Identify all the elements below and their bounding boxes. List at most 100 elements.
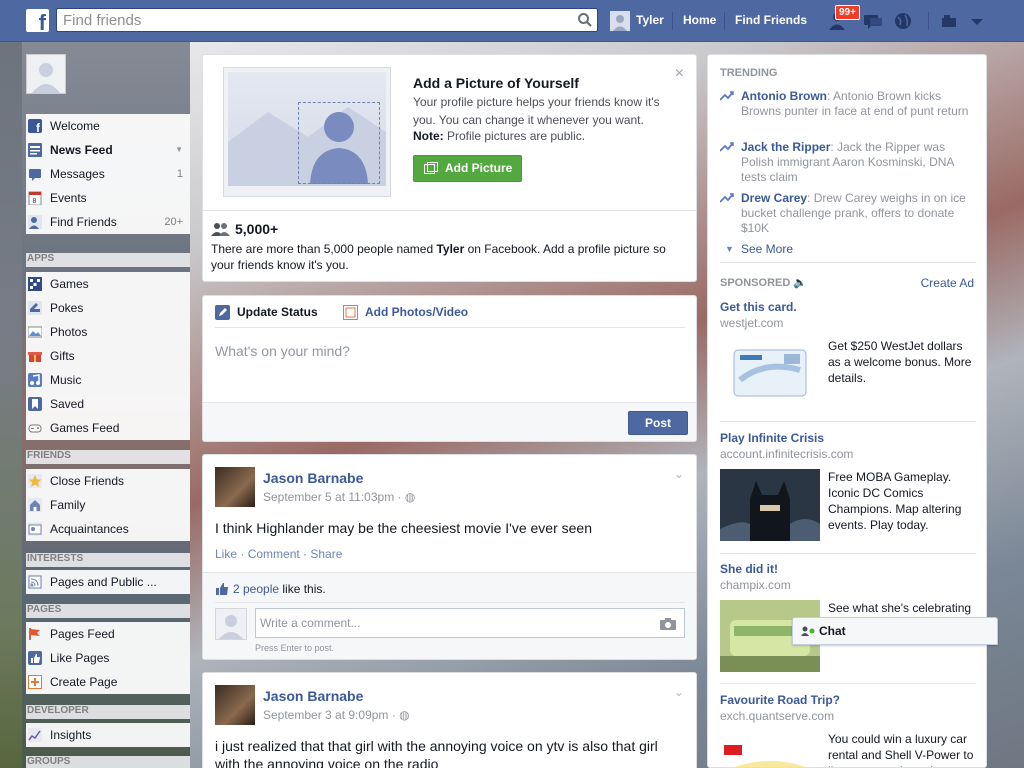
trending-name: Jack the Ripper bbox=[741, 140, 831, 154]
search-icon[interactable] bbox=[577, 12, 593, 28]
svg-text:8: 8 bbox=[33, 198, 37, 205]
thumbs-up-icon bbox=[216, 583, 228, 595]
sidebar-item-label: Games bbox=[50, 277, 89, 291]
feed-story: Jason Barnabe September 3 at 9:09pm · ◍ … bbox=[202, 672, 697, 768]
post-author[interactable]: Jason Barnabe bbox=[263, 688, 363, 704]
notification-badge: 99+ bbox=[835, 5, 860, 20]
add-picture-button[interactable]: Add Picture bbox=[413, 155, 522, 182]
sidebar-item-label: Events bbox=[50, 191, 87, 205]
trending-item[interactable]: Jack the Ripper: Jack the Ripper was Pol… bbox=[720, 140, 970, 185]
sidebar-item-saved[interactable]: Saved bbox=[26, 392, 190, 416]
ad-title[interactable]: She did it! bbox=[720, 562, 778, 576]
find-friends-link[interactable]: Find Friends bbox=[735, 13, 807, 27]
ad-text: Free MOBA Gameplay. Iconic DC Comics Cha… bbox=[828, 470, 962, 532]
sidebar-item-pages-and-public[interactable]: Pages and Public ... bbox=[26, 570, 190, 594]
sidebar-item-label: Pokes bbox=[50, 301, 84, 315]
search-input[interactable] bbox=[57, 9, 557, 31]
calendar-icon: 8 bbox=[28, 191, 42, 205]
sidebar-item-news-feed[interactable]: News Feed ▼ bbox=[26, 138, 190, 162]
ad-title[interactable]: Play Infinite Crisis bbox=[720, 431, 824, 445]
share-link[interactable]: Share bbox=[310, 547, 342, 561]
top-bar: f Tyler Home Find Friends 99+ bbox=[0, 0, 1024, 42]
sidebar-item-photos[interactable]: Photos bbox=[26, 320, 190, 344]
author-avatar[interactable] bbox=[215, 467, 255, 507]
sidebar-item-label: Messages bbox=[50, 167, 105, 181]
sidebar-item-welcome[interactable]: f Welcome bbox=[26, 114, 190, 138]
like-link[interactable]: Like bbox=[215, 547, 237, 561]
chevron-down-icon[interactable]: ⌄ bbox=[674, 467, 684, 481]
sidebar-apps: Games Pokes Photos Gifts Music Saved Gam… bbox=[26, 272, 190, 440]
globe-icon: ◍ bbox=[404, 490, 416, 504]
user-avatar[interactable] bbox=[610, 11, 630, 31]
background-left bbox=[0, 42, 22, 768]
sponsored-label: SPONSORED bbox=[720, 277, 791, 289]
profile-picture[interactable] bbox=[26, 54, 66, 94]
sidebar-item-acquaintances[interactable]: Acquaintances bbox=[26, 517, 190, 541]
privacy-shortcuts-icon[interactable] bbox=[940, 11, 962, 31]
sidebar-item-label: Pages Feed bbox=[50, 627, 115, 641]
sidebar-item-create-page[interactable]: Create Page bbox=[26, 670, 190, 694]
flag-icon bbox=[29, 628, 40, 640]
ad-title[interactable]: Favourite Road Trip? bbox=[720, 693, 840, 707]
post-author[interactable]: Jason Barnabe bbox=[263, 470, 363, 486]
divider bbox=[720, 683, 976, 684]
chevron-down-icon[interactable]: ▼ bbox=[175, 138, 183, 162]
home-link[interactable]: Home bbox=[683, 13, 716, 27]
sidebar-item-pokes[interactable]: Pokes bbox=[26, 296, 190, 320]
post-timestamp[interactable]: September 3 at 9:09pm · ◍ bbox=[263, 708, 410, 722]
profile-link[interactable]: Tyler bbox=[636, 13, 664, 27]
sidebar-item-label: Acquaintances bbox=[50, 522, 129, 536]
tab-label: Add Photos/Video bbox=[365, 305, 469, 319]
sidebar-interests: Pages and Public ... bbox=[26, 570, 190, 594]
trending-name: Drew Carey bbox=[741, 191, 808, 205]
sidebar-item-pages-feed[interactable]: Pages Feed bbox=[26, 622, 190, 646]
create-ad-link[interactable]: Create Ad bbox=[921, 276, 974, 290]
sidebar-item-games-feed[interactable]: Games Feed bbox=[26, 416, 190, 440]
tab-update-status[interactable]: Update Status bbox=[215, 305, 318, 320]
sidebar-item-close-friends[interactable]: Close Friends bbox=[26, 469, 190, 493]
post-button[interactable]: Post bbox=[628, 411, 688, 435]
chevron-down-icon[interactable] bbox=[966, 11, 988, 31]
ad-image-credit-card[interactable] bbox=[720, 340, 820, 412]
globe-icon[interactable] bbox=[892, 11, 914, 31]
sidebar-developer: Insights bbox=[26, 723, 190, 747]
trending-item[interactable]: Drew Carey: Drew Carey weighs in on ice … bbox=[720, 191, 970, 236]
tab-label: Update Status bbox=[237, 305, 318, 319]
sidebar-item-gifts[interactable]: Gifts bbox=[26, 344, 190, 368]
sidebar-item-music[interactable]: Music bbox=[26, 368, 190, 392]
news-feed-icon bbox=[28, 143, 42, 157]
sidebar-item-label: News Feed bbox=[50, 143, 113, 157]
facebook-logo-icon[interactable]: f bbox=[26, 9, 49, 32]
sidebar-item-insights[interactable]: Insights bbox=[26, 723, 190, 747]
ad-title[interactable]: Get this card. bbox=[720, 300, 797, 314]
sidebar-item-label: Family bbox=[50, 498, 86, 512]
topbar-divider bbox=[672, 12, 673, 30]
divider bbox=[720, 553, 976, 554]
sidebar-item-find-friends[interactable]: Find Friends 20+ bbox=[26, 210, 190, 234]
sidebar-item-like-pages[interactable]: Like Pages bbox=[26, 646, 190, 670]
trending-item[interactable]: Antonio Brown: Antonio Brown kicks Brown… bbox=[720, 89, 970, 119]
comment-link[interactable]: Comment bbox=[248, 547, 300, 561]
chat-bar[interactable]: Chat bbox=[792, 617, 998, 645]
close-icon[interactable]: × bbox=[675, 65, 684, 83]
sidebar-item-family[interactable]: Family bbox=[26, 493, 190, 517]
likes-people-link[interactable]: 2 people bbox=[233, 582, 279, 596]
camera-icon[interactable] bbox=[660, 617, 676, 630]
sidebar-item-messages[interactable]: Messages 1 bbox=[26, 162, 190, 186]
ad-url: account.infinitecrisis.com bbox=[720, 447, 854, 461]
tab-add-photos[interactable]: Add Photos/Video bbox=[343, 305, 469, 320]
author-avatar[interactable] bbox=[215, 685, 255, 725]
trending-name: Antonio Brown bbox=[741, 89, 827, 103]
status-input[interactable]: What's on your mind? bbox=[215, 343, 350, 359]
sidebar-item-games[interactable]: Games bbox=[26, 272, 190, 296]
comment-input[interactable] bbox=[256, 609, 646, 637]
ad-image-shell[interactable] bbox=[720, 731, 820, 768]
messages-icon[interactable] bbox=[862, 11, 884, 31]
post-timestamp[interactable]: September 5 at 11:03pm · ◍ bbox=[263, 490, 415, 504]
divider bbox=[203, 210, 696, 211]
see-more-link[interactable]: ▼ See More bbox=[725, 242, 793, 256]
music-icon bbox=[28, 373, 42, 387]
chevron-down-icon[interactable]: ⌄ bbox=[674, 685, 684, 699]
sidebar-item-events[interactable]: 8 Events bbox=[26, 186, 190, 210]
ad-image-batman[interactable] bbox=[720, 469, 820, 541]
